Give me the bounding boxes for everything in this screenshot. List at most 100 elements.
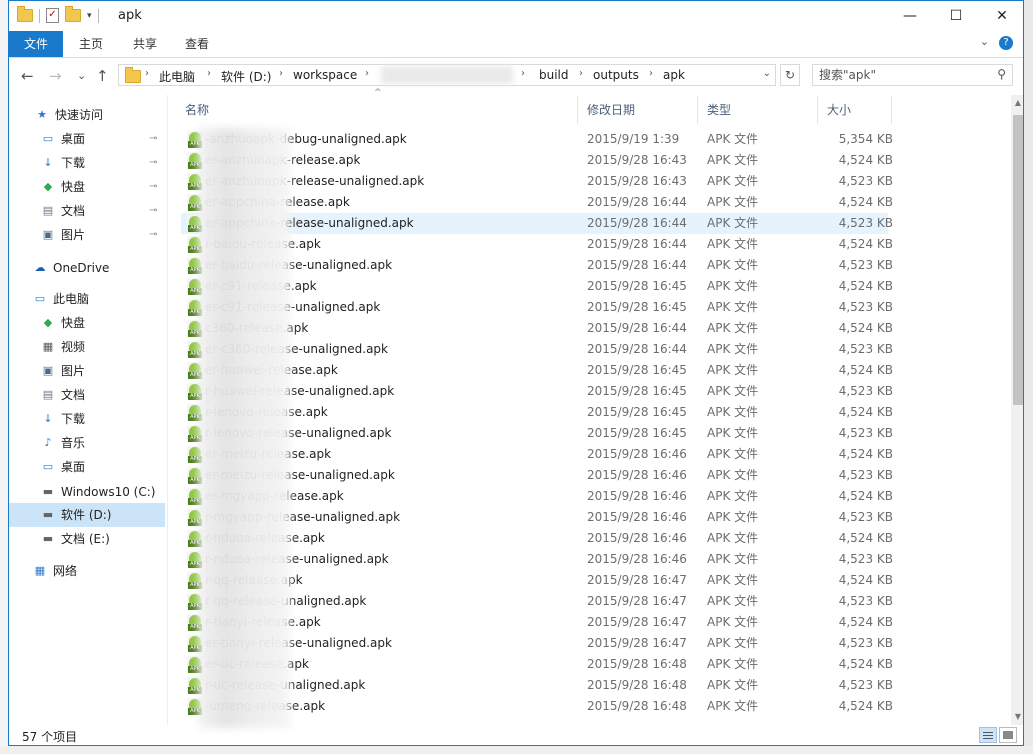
chevron-right-icon[interactable]: › — [521, 68, 525, 79]
chevron-right-icon[interactable]: › — [207, 68, 211, 79]
file-date: 2015/9/28 16:47 — [587, 636, 687, 650]
chevron-right-icon[interactable]: › — [579, 68, 583, 79]
address-bar[interactable]: › 此电脑 › 软件 (D:) › workspace › › build › … — [118, 64, 776, 86]
sidebar-item[interactable]: ▬ 文档 (E:) — [9, 527, 165, 551]
scroll-up-icon[interactable]: ▲ — [1011, 95, 1023, 111]
file-type: APK 文件 — [707, 573, 759, 587]
tab-home[interactable]: 主页 — [69, 31, 113, 57]
tab-share[interactable]: 共享 — [123, 31, 167, 57]
sidebar-item[interactable]: ↓ 下载 — [9, 407, 165, 431]
file-size: 4,523 KB — [838, 678, 893, 692]
pin-icon[interactable]: ⊸ — [149, 127, 157, 151]
search-box[interactable]: ⚲ — [812, 64, 1013, 86]
file-size: 4,523 KB — [838, 468, 893, 482]
large-icons-view-button[interactable] — [999, 727, 1017, 743]
column-divider[interactable] — [817, 96, 818, 124]
forward-button[interactable]: → — [49, 67, 62, 85]
column-header-size[interactable]: 大小 — [827, 96, 887, 124]
column-divider[interactable] — [577, 96, 578, 124]
file-type: APK 文件 — [707, 384, 759, 398]
column-header-name[interactable]: 名称 — [185, 96, 565, 124]
sidebar-item[interactable]: ▣ 图片 ⊸ — [9, 223, 165, 247]
new-folder-icon[interactable] — [65, 6, 81, 22]
tab-view[interactable]: 查看 — [175, 31, 219, 57]
background-right — [1024, 0, 1033, 754]
sidebar-item[interactable]: ↓ 下载 ⊸ — [9, 151, 165, 175]
pin-icon[interactable]: ⊸ — [149, 199, 157, 223]
sidebar-item[interactable]: ♪ 音乐 — [9, 431, 165, 455]
close-button[interactable]: ✕ — [979, 1, 1023, 31]
file-size: 4,524 KB — [838, 447, 893, 461]
chevron-right-icon[interactable]: › — [145, 68, 149, 79]
pin-icon[interactable]: ⊸ — [149, 223, 157, 247]
sidebar-item[interactable]: ◆ 快盘 ⊸ — [9, 175, 165, 199]
pin-icon[interactable]: ⊸ — [149, 151, 157, 175]
file-size: 4,523 KB — [838, 594, 893, 608]
column-header-type[interactable]: 类型 — [707, 96, 807, 124]
breadcrumb-outputs[interactable]: outputs — [593, 68, 639, 82]
file-date: 2015/9/28 16:47 — [587, 615, 687, 629]
sidebar-item[interactable]: ▤ 文档 — [9, 383, 165, 407]
address-dropdown-icon[interactable]: ⌄ — [763, 68, 771, 79]
breadcrumb-this-pc[interactable]: 此电脑 — [159, 68, 195, 85]
tab-file[interactable]: 文件 — [9, 31, 63, 57]
scrollbar-thumb[interactable] — [1013, 115, 1023, 405]
file-size: 4,523 KB — [838, 216, 893, 230]
file-date: 2015/9/28 16:45 — [587, 279, 687, 293]
help-icon[interactable]: ? — [999, 36, 1013, 50]
chevron-right-icon[interactable]: › — [279, 68, 283, 79]
sidebar-item[interactable]: ▭ 桌面 — [9, 455, 165, 479]
pin-icon[interactable]: ⊸ — [149, 175, 157, 199]
recent-locations-button[interactable]: ⌄ — [77, 69, 86, 82]
vertical-scrollbar[interactable]: ▲ ▼ — [1011, 95, 1023, 725]
file-date: 2015/9/28 16:46 — [587, 447, 687, 461]
file-size: 4,523 KB — [838, 426, 893, 440]
properties-icon[interactable]: ✓ — [46, 8, 59, 23]
breadcrumb-apk[interactable]: apk — [663, 68, 685, 82]
expand-ribbon-icon[interactable]: ⌄ — [980, 35, 989, 48]
sidebar-item[interactable]: ▦ 网络 — [9, 559, 165, 583]
back-button[interactable]: ← — [21, 67, 34, 85]
chevron-right-icon[interactable]: › — [649, 68, 653, 79]
customize-toolbar-icon[interactable]: ▾ — [87, 11, 92, 21]
file-date: 2015/9/28 16:46 — [587, 531, 687, 545]
sidebar-item-label: 下载 — [61, 156, 86, 170]
file-size: 4,524 KB — [838, 279, 893, 293]
search-input[interactable] — [819, 67, 979, 83]
scroll-down-icon[interactable]: ▼ — [1011, 709, 1023, 725]
breadcrumb-build[interactable]: build — [539, 68, 569, 82]
sidebar-item[interactable]: ◆ 快盘 — [9, 311, 165, 335]
minimize-button[interactable]: — — [887, 1, 933, 31]
column-divider[interactable] — [697, 96, 698, 124]
sidebar-item[interactable]: ▤ 文档 ⊸ — [9, 199, 165, 223]
details-view-button[interactable] — [979, 727, 997, 743]
sidebar-item[interactable]: ▬ Windows10 (C:) — [9, 480, 165, 504]
breadcrumb-redacted[interactable] — [381, 66, 513, 84]
column-header-date[interactable]: 修改日期 — [587, 96, 687, 124]
file-type: APK 文件 — [707, 447, 759, 461]
breadcrumb-workspace[interactable]: workspace — [293, 68, 357, 82]
file-type: APK 文件 — [707, 237, 759, 251]
chevron-right-icon[interactable]: › — [365, 68, 369, 79]
file-date: 2015/9/28 16:43 — [587, 153, 687, 167]
column-divider[interactable] — [891, 96, 892, 124]
file-date: 2015/9/19 1:39 — [587, 132, 680, 146]
file-type: APK 文件 — [707, 531, 759, 545]
sidebar-item[interactable]: ▣ 图片 — [9, 359, 165, 383]
breadcrumb-drive-d[interactable]: 软件 (D:) — [221, 68, 271, 85]
file-size: 4,524 KB — [838, 405, 893, 419]
up-button[interactable]: ↑ — [96, 67, 109, 85]
sidebar-item-label: 软件 (D:) — [61, 508, 112, 522]
ribbon-tabs: 文件 主页 共享 查看 ⌄ ? — [9, 31, 1023, 58]
search-icon[interactable]: ⚲ — [997, 67, 1006, 81]
sidebar-item[interactable]: ▦ 视频 — [9, 335, 165, 359]
sidebar-item[interactable]: ★ 快速访问 — [9, 103, 165, 127]
sidebar-item[interactable]: ▭ 此电脑 — [9, 287, 165, 311]
sidebar-item[interactable]: ☁ OneDrive — [9, 256, 165, 280]
sidebar-item[interactable]: ▭ 桌面 ⊸ — [9, 127, 165, 151]
sidebar-item-label: 快速访问 — [55, 108, 104, 122]
refresh-button[interactable]: ↻ — [780, 64, 800, 86]
file-size: 4,523 KB — [838, 342, 893, 356]
maximize-button[interactable]: ☐ — [933, 1, 979, 31]
sidebar-item[interactable]: ▬ 软件 (D:) — [9, 503, 165, 527]
